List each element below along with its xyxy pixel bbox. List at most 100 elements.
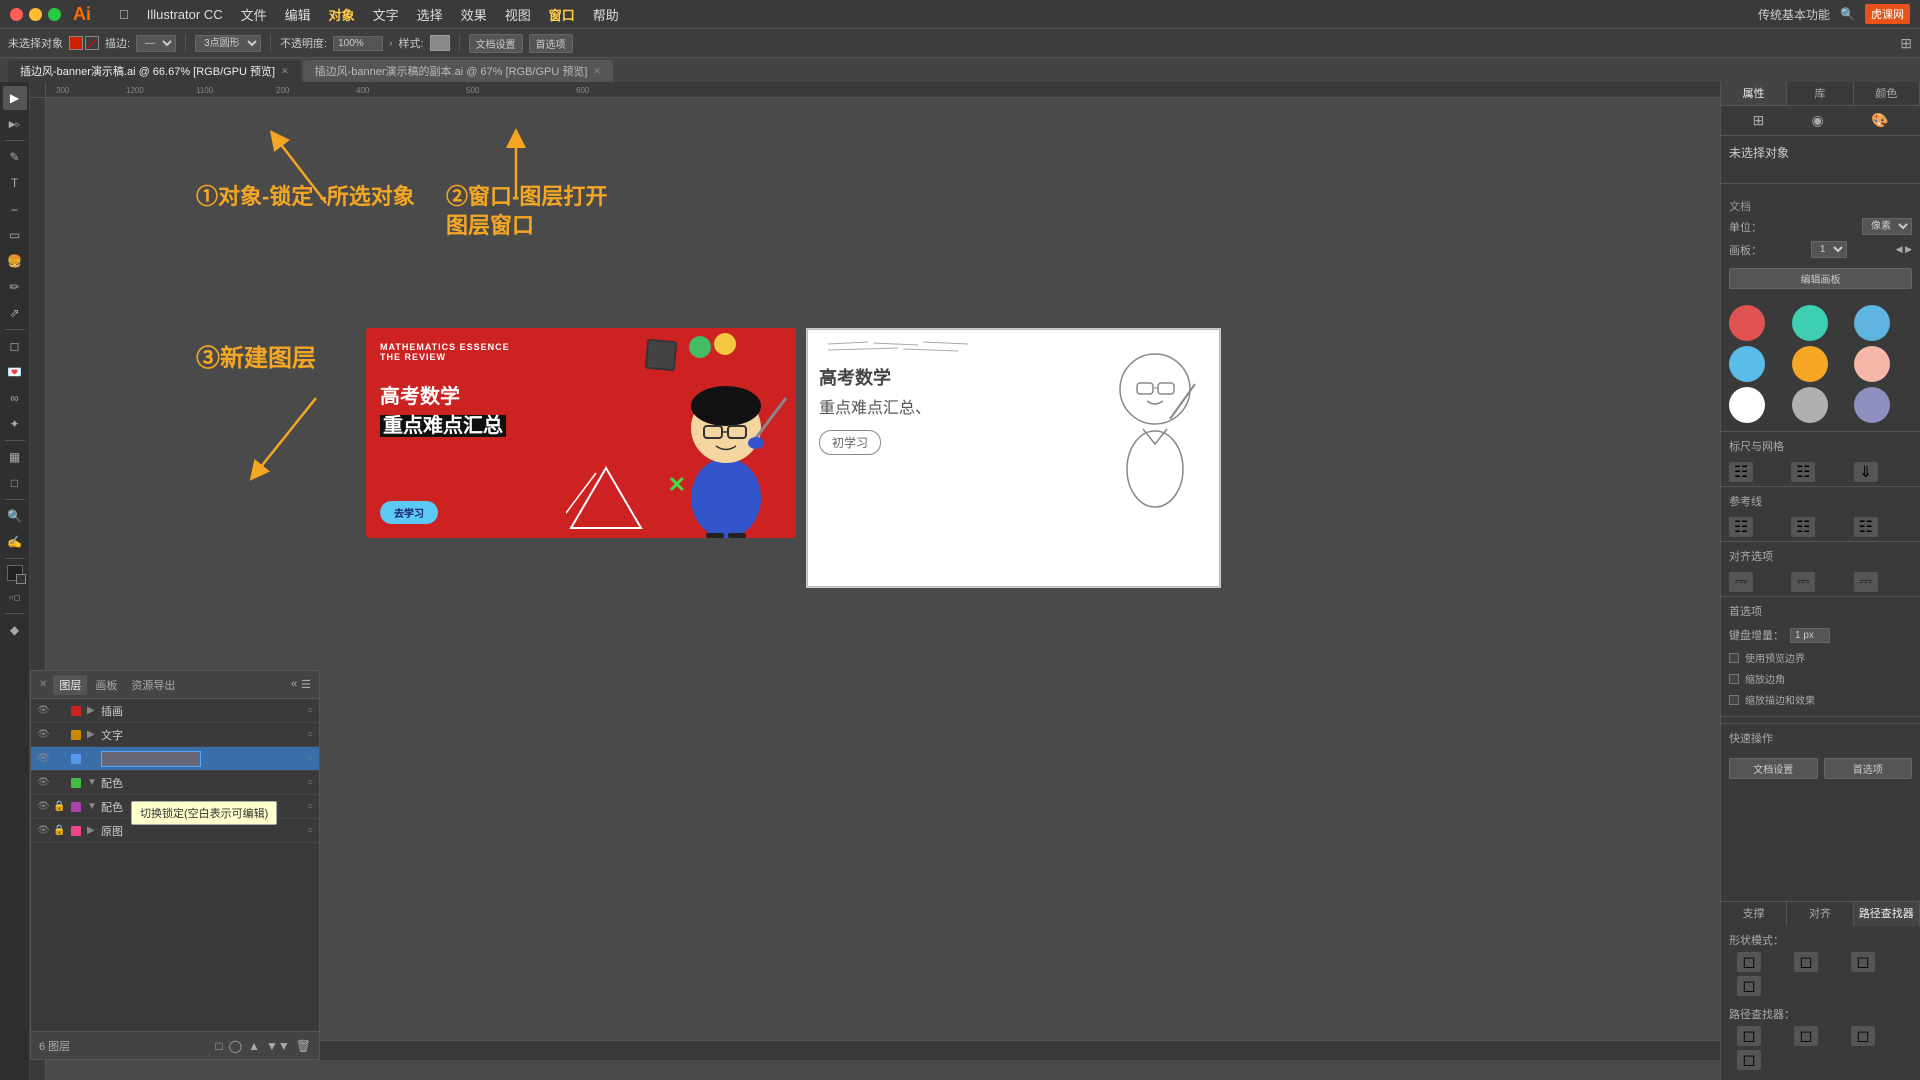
layers-delete-btn[interactable]: 🗑 <box>296 1039 311 1053</box>
guide-btn1[interactable]: ☷ <box>1729 517 1753 537</box>
menu-object[interactable]: 对象 <box>329 5 355 24</box>
shape-mode-exclude[interactable]: ◻ <box>1737 976 1761 996</box>
swatch-white[interactable] <box>1729 387 1765 423</box>
tab-2[interactable]: 插边风-banner演示稿的副本.ai @ 67% [RGB/GPU 预览] ✕ <box>303 60 613 82</box>
tool-paint[interactable]: 🍔 <box>3 249 27 273</box>
pathfinder-merge[interactable]: ◻ <box>1851 1026 1875 1046</box>
swatch-light-blue[interactable] <box>1854 305 1890 341</box>
rp-tab-properties[interactable]: 属性 <box>1721 82 1787 105</box>
tool-eyedrop[interactable]: 💌 <box>3 360 27 384</box>
swatch-purple-gray[interactable] <box>1854 387 1890 423</box>
swatch-cyan[interactable] <box>1729 346 1765 382</box>
doc-settings-btn[interactable]: 文档设置 <box>469 34 523 53</box>
layers-move-down-btn[interactable]: ▼▼ <box>266 1039 290 1053</box>
tool-screen-mode[interactable]: ◆ <box>3 618 27 642</box>
snap-toggle-btn[interactable]: ⇓ <box>1854 462 1878 482</box>
layer-name-input[interactable] <box>101 751 201 767</box>
stroke-color[interactable] <box>85 36 99 50</box>
menu-illustrator[interactable]: Illustrator CC <box>147 7 223 22</box>
layer-row-text[interactable]: 👁 🔒 ▶ 文字 ○ <box>31 723 319 747</box>
fill-stroke-boxes[interactable] <box>7 565 23 581</box>
layer-name-editing[interactable] <box>101 751 303 767</box>
opacity-input[interactable] <box>333 36 383 51</box>
layers-collapse-btn[interactable]: « <box>291 678 297 691</box>
prop-icon-appearance[interactable]: ◉ <box>1812 112 1824 129</box>
layer-vis-paise2[interactable]: 👁 <box>37 801 49 812</box>
stroke-selector[interactable]: — <box>136 35 176 52</box>
rp-doc-settings-btn[interactable]: 文档设置 <box>1729 758 1818 779</box>
menu-help[interactable]: 帮助 <box>593 5 619 24</box>
tool-artboard[interactable]: □ <box>3 471 27 495</box>
layers-new-btn[interactable]: ◯ <box>229 1039 242 1053</box>
layer-row-editing[interactable]: 👁 🔒 ○ <box>31 747 319 771</box>
rp-edit-board-btn[interactable]: 编辑画板 <box>1729 268 1912 289</box>
layer-row-chua[interactable]: 👁 🔒 ▶ 插画 ○ <box>31 699 319 723</box>
rp-unit-select[interactable]: 像素 <box>1862 218 1912 235</box>
guide-btn3[interactable]: ☷ <box>1854 517 1878 537</box>
layer-vis-editing[interactable]: 👁 <box>37 753 49 764</box>
swatch-teal[interactable] <box>1792 305 1828 341</box>
rp-tab-color[interactable]: 颜色 <box>1854 82 1920 105</box>
tool-direct-select[interactable]: ▶▹ <box>3 112 27 136</box>
align-left-btn[interactable]: ⎓ <box>1729 572 1753 592</box>
layer-expand-paise1[interactable]: ▼ <box>87 777 97 788</box>
rp-keyboard-input[interactable] <box>1790 628 1830 643</box>
guide-btn2[interactable]: ☷ <box>1791 517 1815 537</box>
layers-move-up-btn[interactable]: ▲ <box>248 1039 260 1053</box>
fullscreen-button[interactable] <box>48 8 61 21</box>
swatch-gray[interactable] <box>1792 387 1828 423</box>
layer-lock-text[interactable]: 🔒 <box>53 729 65 740</box>
tool-brush[interactable]: ✏ <box>3 275 27 299</box>
pathfinder-crop[interactable]: ◻ <box>1737 1050 1761 1070</box>
menu-apple[interactable]:  <box>119 7 129 22</box>
rp-board-select[interactable]: 1 <box>1811 241 1847 258</box>
layer-vis-paise1[interactable]: 👁 <box>37 777 49 788</box>
tool-hand[interactable]: ✍ <box>3 530 27 554</box>
grid-toggle-btn[interactable]: ☷ <box>1791 462 1815 482</box>
prop-icon-transform[interactable]: ⊞ <box>1753 112 1765 129</box>
layer-expand-text[interactable]: ▶ <box>87 729 97 740</box>
minimize-button[interactable] <box>29 8 42 21</box>
swatch-salmon[interactable] <box>1854 346 1890 382</box>
swatch-red[interactable] <box>1729 305 1765 341</box>
align-center-btn[interactable]: ⎓ <box>1791 572 1815 592</box>
layer-lock-editing[interactable]: 🔒 <box>53 753 65 764</box>
layer-row-paise1[interactable]: 👁 🔒 ▼ 配色 ○ <box>31 771 319 795</box>
tab-1-close[interactable]: ✕ <box>281 66 289 77</box>
rp-preferences-btn[interactable]: 首选项 <box>1824 758 1913 779</box>
layer-lock-chua[interactable]: 🔒 <box>53 705 65 716</box>
rp-tab-library[interactable]: 库 <box>1787 82 1853 105</box>
shape-mode-unite[interactable]: ◻ <box>1737 952 1761 972</box>
menu-file[interactable]: 文件 <box>241 5 267 24</box>
tool-blend[interactable]: ∞ <box>3 386 27 410</box>
tool-line[interactable]: ⎯ <box>3 197 27 221</box>
swatch-orange[interactable] <box>1792 346 1828 382</box>
layer-expand-chua[interactable]: ▶ <box>87 705 97 716</box>
align-right-btn[interactable]: ⎓ <box>1854 572 1878 592</box>
shape-mode-minus[interactable]: ◻ <box>1794 952 1818 972</box>
menu-effects[interactable]: 效果 <box>461 5 487 24</box>
arrange-icon[interactable]: ⊞ <box>1900 35 1912 52</box>
tool-symbol[interactable]: ✦ <box>3 412 27 436</box>
layers-menu-btn[interactable]: ☰ <box>301 678 311 691</box>
shape-mode-intersect[interactable]: ◻ <box>1851 952 1875 972</box>
tool-color-mode[interactable]: ○◻ <box>3 585 27 609</box>
pathfinder-divide[interactable]: ◻ <box>1737 1026 1761 1046</box>
ruler-toggle-btn[interactable]: ☷ <box>1729 462 1753 482</box>
layer-vis-text[interactable]: 👁 <box>37 729 49 740</box>
close-button[interactable] <box>10 8 23 21</box>
rp-bottom-tab-align[interactable]: 对齐 <box>1787 902 1853 926</box>
tool-bar-graph[interactable]: ▦ <box>3 445 27 469</box>
preferences-btn[interactable]: 首选项 <box>529 34 573 53</box>
rp-bottom-tab-pathfinder[interactable]: 路径查找器 <box>1854 902 1920 926</box>
layer-vis-yuantu[interactable]: 👁 <box>37 825 49 836</box>
menu-view[interactable]: 视图 <box>505 5 531 24</box>
tool-rect[interactable]: ▭ <box>3 223 27 247</box>
layers-new-sub-btn[interactable]: □ <box>215 1039 222 1053</box>
menu-text[interactable]: 文字 <box>373 5 399 24</box>
rp-snap-bounds-cb[interactable] <box>1729 653 1739 663</box>
fill-color[interactable] <box>69 36 83 50</box>
tool-type[interactable]: T <box>3 171 27 195</box>
tool-scale[interactable]: ⇗ <box>3 301 27 325</box>
layer-lock-yuantu[interactable]: 🔒 <box>53 825 65 836</box>
